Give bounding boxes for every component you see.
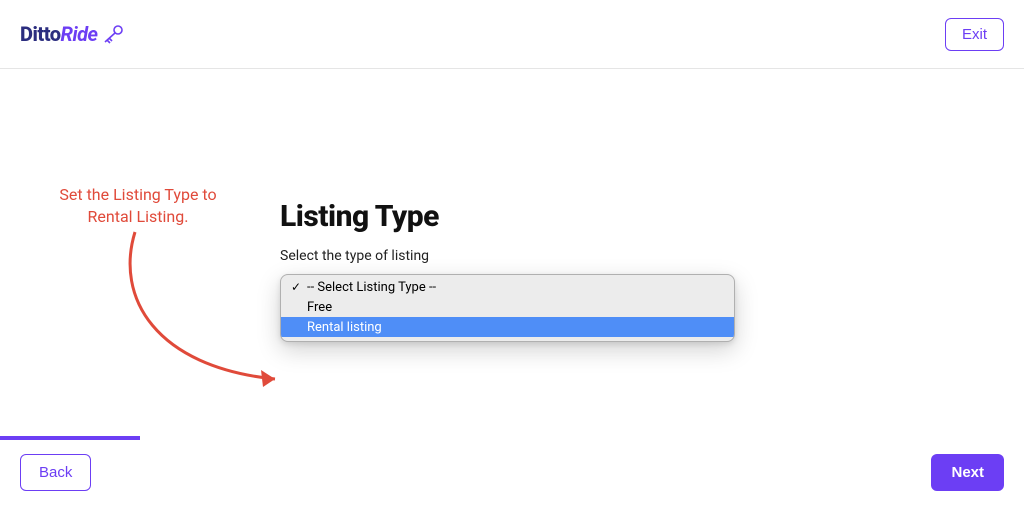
brand-part1: Ditto: [20, 22, 61, 46]
back-button[interactable]: Back: [20, 454, 91, 491]
brand-logo[interactable]: DittoRide: [20, 22, 125, 46]
exit-button[interactable]: Exit: [945, 18, 1004, 51]
listing-type-option[interactable]: ✓-- Select Listing Type --: [281, 277, 734, 297]
page-title: Listing Type: [280, 199, 740, 234]
option-label: Free: [303, 300, 332, 315]
main-content: Set the Listing Type to Rental Listing. …: [0, 69, 1024, 439]
instruction-callout: Set the Listing Type to Rental Listing.: [48, 184, 228, 229]
checkmark-icon: ✓: [289, 280, 303, 294]
header: DittoRide Exit: [0, 0, 1024, 69]
next-button[interactable]: Next: [931, 454, 1004, 491]
form-subtitle: Select the type of listing: [280, 248, 740, 264]
callout-arrow-icon: [95, 227, 295, 397]
key-icon: [101, 24, 125, 44]
listing-type-form: Listing Type Select the type of listing …: [280, 199, 740, 274]
progress-bar: [0, 436, 140, 440]
listing-type-option[interactable]: Free: [281, 297, 734, 317]
option-label: -- Select Listing Type --: [303, 280, 436, 295]
listing-type-dropdown[interactable]: ✓-- Select Listing Type -- Free Rental lis…: [280, 274, 735, 342]
option-label: Rental listing: [303, 320, 382, 335]
listing-type-option[interactable]: Rental listing: [281, 317, 734, 337]
footer: Back Next: [0, 448, 1024, 508]
brand-part2: Ride: [61, 22, 98, 46]
